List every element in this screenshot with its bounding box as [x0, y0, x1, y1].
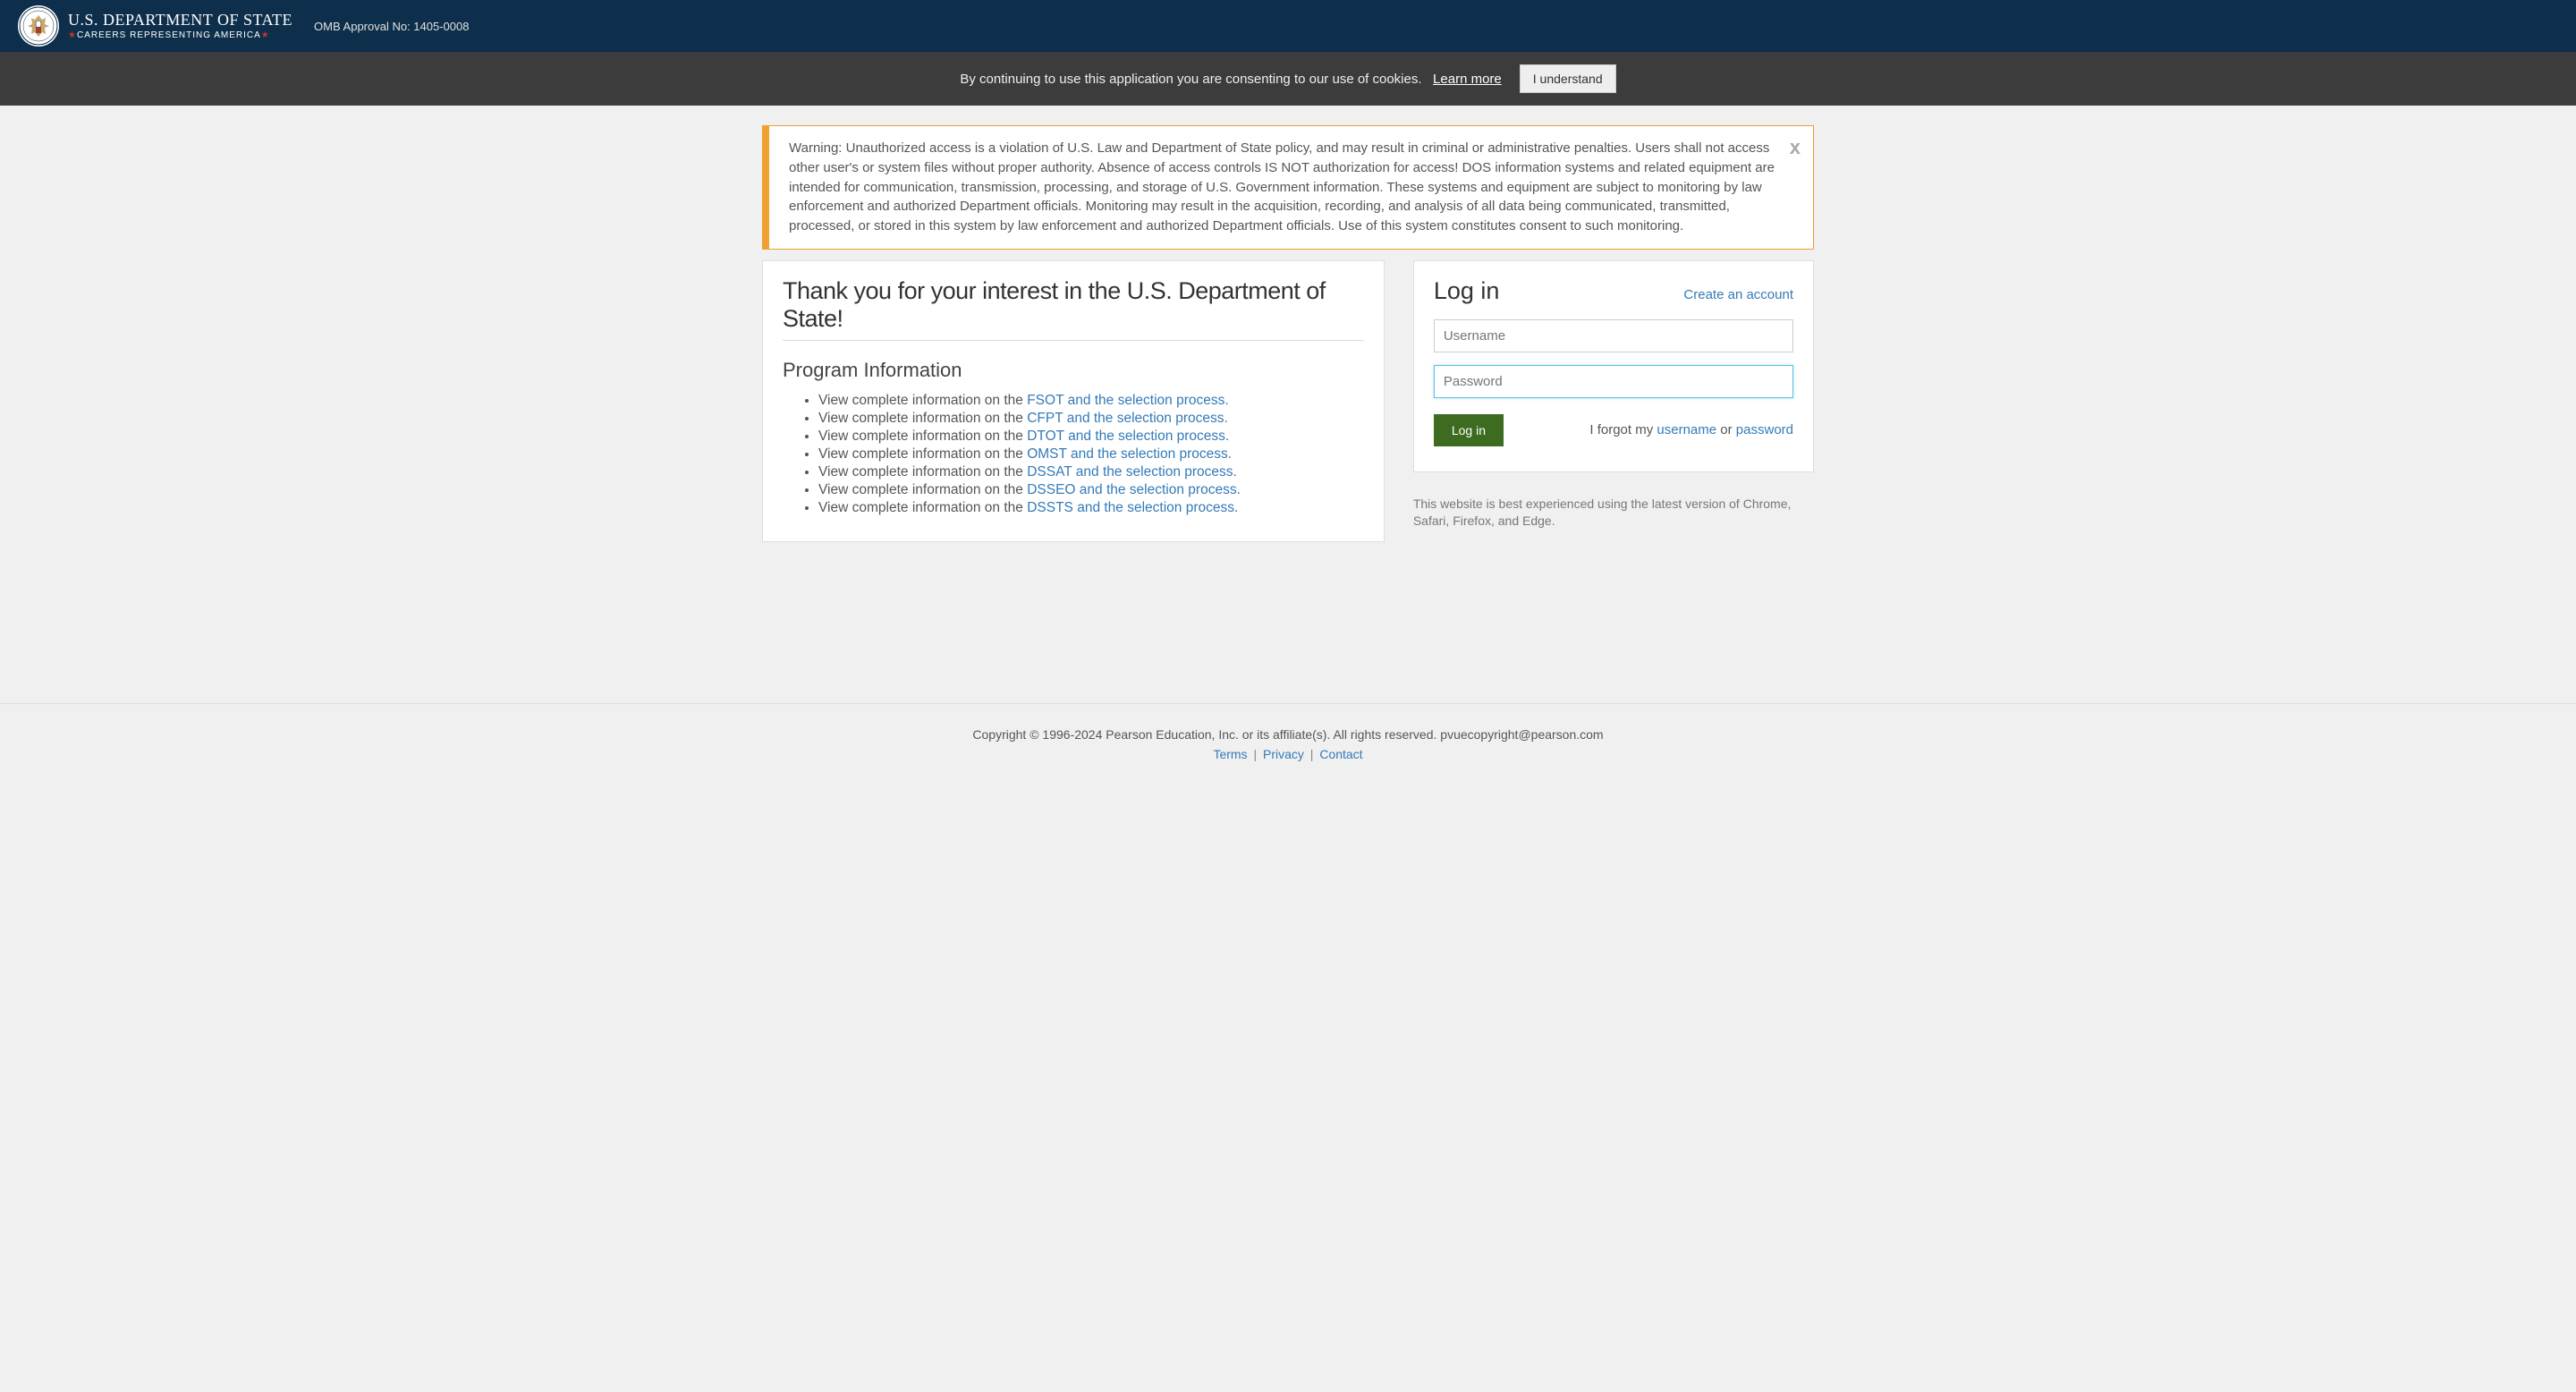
welcome-panel: Thank you for your interest in the U.S. … [762, 260, 1385, 542]
program-link-fsot[interactable]: FSOT and the selection process. [1027, 393, 1228, 408]
footer-links: Terms | Privacy | Contact [0, 747, 2576, 761]
forgot-username-link[interactable]: username [1657, 422, 1716, 437]
list-item: View complete information on the DTOT an… [818, 429, 1364, 445]
forgot-text: I forgot my username or password [1589, 422, 1793, 437]
forgot-password-link[interactable]: password [1736, 422, 1793, 437]
footer-privacy-link[interactable]: Privacy [1263, 747, 1304, 761]
footer: Copyright © 1996-2024 Pearson Education,… [0, 703, 2576, 779]
warning-close-button[interactable]: x [1790, 133, 1801, 162]
program-list: View complete information on the FSOT an… [783, 393, 1364, 516]
program-link-cfpt[interactable]: CFPT and the selection process. [1027, 411, 1228, 426]
dept-title-block: U.S. DEPARTMENT OF STATE ★CAREERS REPRES… [68, 12, 292, 41]
program-link-dtot[interactable]: DTOT and the selection process. [1027, 429, 1229, 444]
program-link-omst[interactable]: OMST and the selection process. [1027, 446, 1232, 462]
login-title: Log in [1434, 277, 1500, 305]
list-item: View complete information on the FSOT an… [818, 393, 1364, 409]
dept-main-title: U.S. DEPARTMENT OF STATE [68, 12, 292, 30]
create-account-link[interactable]: Create an account [1683, 287, 1793, 302]
footer-contact-link[interactable]: Contact [1319, 747, 1362, 761]
list-item: View complete information on the CFPT an… [818, 411, 1364, 427]
login-button[interactable]: Log in [1434, 414, 1504, 446]
welcome-title: Thank you for your interest in the U.S. … [783, 277, 1364, 341]
cookie-text: By continuing to use this application yo… [960, 72, 1501, 87]
footer-copyright: Copyright © 1996-2024 Pearson Education,… [0, 727, 2576, 742]
list-item: View complete information on the OMST an… [818, 446, 1364, 463]
dept-sub-title: ★CAREERS REPRESENTING AMERICA★ [68, 30, 292, 40]
footer-terms-link[interactable]: Terms [1213, 747, 1247, 761]
list-item: View complete information on the DSSTS a… [818, 500, 1364, 516]
program-link-dssat[interactable]: DSSAT and the selection process. [1027, 464, 1237, 480]
warning-alert: Warning: Unauthorized access is a violat… [762, 125, 1814, 250]
program-info-heading: Program Information [783, 359, 1364, 382]
cookie-consent-bar: By continuing to use this application yo… [0, 52, 2576, 106]
header-bar: U.S. DEPARTMENT OF STATE ★CAREERS REPRES… [0, 0, 2576, 52]
program-link-dsseo[interactable]: DSSEO and the selection process. [1027, 482, 1241, 497]
cookie-learn-more-link[interactable]: Learn more [1433, 72, 1502, 87]
warning-text: Warning: Unauthorized access is a violat… [789, 140, 1775, 233]
cookie-understand-button[interactable]: I understand [1520, 64, 1616, 93]
login-panel: Log in Create an account Log in I forgot… [1413, 260, 1814, 472]
password-input[interactable] [1434, 365, 1793, 398]
browser-compatibility-note: This website is best experienced using t… [1413, 496, 1814, 530]
dept-seal-icon [18, 5, 59, 47]
username-input[interactable] [1434, 319, 1793, 352]
list-item: View complete information on the DSSAT a… [818, 464, 1364, 480]
omb-approval: OMB Approval No: 1405-0008 [314, 20, 469, 33]
program-link-dssts[interactable]: DSSTS and the selection process. [1027, 500, 1238, 515]
list-item: View complete information on the DSSEO a… [818, 482, 1364, 498]
